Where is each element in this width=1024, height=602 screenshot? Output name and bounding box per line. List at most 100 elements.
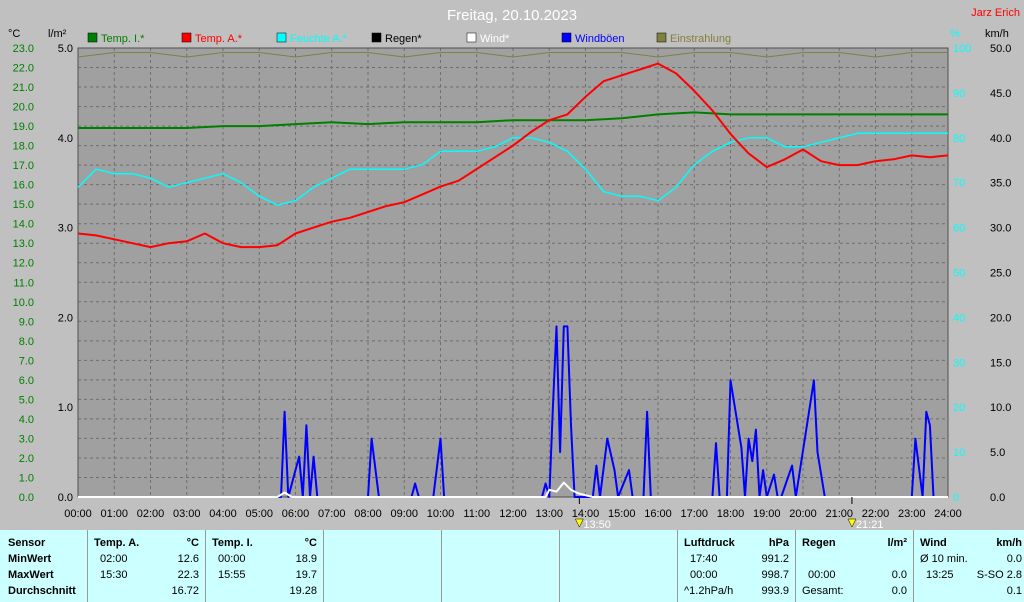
wind-axis-tick: 0.0 bbox=[990, 492, 1005, 504]
temp-i-header: Temp. I. bbox=[212, 537, 253, 549]
legend-label: Temp. I.* bbox=[101, 33, 145, 45]
temp-axis-tick: 10.0 bbox=[13, 297, 34, 309]
legend-swatch bbox=[371, 32, 382, 43]
temp-axis-tick: 9.0 bbox=[19, 316, 34, 328]
unit-rain-label: l/m² bbox=[48, 28, 67, 40]
temp-axis-tick: 12.0 bbox=[13, 258, 34, 270]
x-tick-label: 01:00 bbox=[100, 508, 128, 520]
wind-header: Wind bbox=[920, 537, 947, 549]
temp-a-unit: °C bbox=[186, 537, 199, 549]
stats-empty-2 bbox=[442, 530, 560, 602]
x-tick-label: 24:00 bbox=[934, 508, 962, 520]
x-tick-label: 20:00 bbox=[789, 508, 817, 520]
humidity-axis-tick: 80 bbox=[953, 133, 965, 145]
x-tick-label: 09:00 bbox=[390, 508, 418, 520]
rain-axis-tick: 4.0 bbox=[58, 133, 73, 145]
x-tick-label: 07:00 bbox=[318, 508, 346, 520]
x-tick-label: 00:00 bbox=[64, 508, 92, 520]
x-tick-label: 19:00 bbox=[753, 508, 781, 520]
humidity-axis-tick: 10 bbox=[953, 447, 965, 459]
rain-axis-tick: 5.0 bbox=[58, 43, 73, 55]
wind-axis-tick: 25.0 bbox=[990, 268, 1011, 280]
temp-i-avg-value: 19.28 bbox=[289, 585, 317, 597]
x-tick-label: 21:00 bbox=[825, 508, 853, 520]
legend-label: Einstrahlung bbox=[670, 33, 731, 45]
event-marker-label: 21:21 bbox=[856, 519, 884, 530]
x-tick-label: 05:00 bbox=[245, 508, 273, 520]
wind-avg-value: 0.0 bbox=[1006, 553, 1022, 565]
rain-total-label: Gesamt: bbox=[802, 585, 844, 597]
stats-temp-i-panel: Temp. I. °C 00:00 18.9 15:55 19.7 19.28 bbox=[206, 530, 324, 602]
temp-a-min-value: 12.6 bbox=[177, 553, 199, 565]
humidity-axis-tick: 30 bbox=[953, 357, 965, 369]
wind-axis-tick: 35.0 bbox=[990, 178, 1011, 190]
pressure-min-value: 991.2 bbox=[761, 553, 789, 565]
pressure-current-value: 993.9 bbox=[761, 585, 789, 597]
wind-axis-tick: 15.0 bbox=[990, 357, 1011, 369]
row-label-max: MaxWert bbox=[8, 569, 54, 581]
x-tick-label: 11:00 bbox=[463, 508, 490, 520]
unit-pct-label: % bbox=[950, 28, 960, 40]
chart-title: Freitag, 20.10.2023 bbox=[447, 7, 577, 24]
x-tick-label: 13:00 bbox=[535, 508, 563, 520]
temp-axis-tick: 21.0 bbox=[13, 82, 34, 94]
x-tick-label: 06:00 bbox=[282, 508, 310, 520]
temp-axis-tick: 8.0 bbox=[19, 336, 34, 348]
temp-axis-tick: 18.0 bbox=[13, 141, 34, 153]
unit-temp-label: °C bbox=[8, 28, 20, 40]
legend-swatch bbox=[87, 32, 98, 43]
temp-a-max-time: 15:30 bbox=[100, 569, 128, 581]
wind-unit: km/h bbox=[996, 537, 1022, 549]
row-label-avg: Durchschnitt bbox=[8, 585, 76, 597]
humidity-axis-tick: 70 bbox=[953, 178, 965, 190]
legend-swatch bbox=[181, 32, 192, 43]
temp-i-unit: °C bbox=[304, 537, 317, 549]
temp-axis-tick: 0.0 bbox=[19, 492, 34, 504]
wind-last-value: 0.1 bbox=[1006, 585, 1022, 597]
temp-axis-tick: 3.0 bbox=[19, 433, 34, 445]
rain-total-value: 0.0 bbox=[891, 585, 907, 597]
legend-label: Feuchte A.* bbox=[290, 33, 348, 45]
rain-axis-tick: 3.0 bbox=[58, 223, 73, 235]
humidity-axis-tick: 20 bbox=[953, 402, 965, 414]
legend-label: Regen* bbox=[385, 33, 422, 45]
x-tick-label: 23:00 bbox=[898, 508, 926, 520]
pressure-trend: ^1.2hPa/h bbox=[684, 585, 734, 597]
stats-temp-a-panel: Temp. A. °C 02:00 12.6 15:30 22.3 16.72 bbox=[88, 530, 206, 602]
humidity-axis-tick: 0 bbox=[953, 492, 959, 504]
legend-swatch bbox=[561, 32, 572, 43]
x-tick-label: 10:00 bbox=[427, 508, 455, 520]
temp-axis-tick: 6.0 bbox=[19, 375, 34, 387]
wind-axis-tick: 5.0 bbox=[990, 447, 1005, 459]
humidity-axis-tick: 40 bbox=[953, 312, 965, 324]
temp-axis-tick: 5.0 bbox=[19, 394, 34, 406]
legend-swatch bbox=[466, 32, 477, 43]
temp-axis-tick: 22.0 bbox=[13, 63, 34, 75]
legend-label: Wind* bbox=[480, 33, 510, 45]
x-tick-label: 03:00 bbox=[173, 508, 201, 520]
rain-max-value: 0.0 bbox=[891, 569, 907, 581]
temp-a-min-time: 02:00 bbox=[100, 553, 128, 565]
wind-axis-tick: 30.0 bbox=[990, 223, 1011, 235]
row-label-min: MinWert bbox=[8, 553, 52, 565]
temp-axis-tick: 7.0 bbox=[19, 355, 34, 367]
temp-axis-tick: 20.0 bbox=[13, 102, 34, 114]
x-tick-label: 04:00 bbox=[209, 508, 237, 520]
x-tick-label: 16:00 bbox=[644, 508, 672, 520]
humidity-axis-tick: 90 bbox=[953, 88, 965, 100]
temp-i-max-value: 19.7 bbox=[295, 569, 317, 581]
stats-rain-panel: Regen l/m² 00:00 0.0 Gesamt: 0.0 bbox=[796, 530, 914, 602]
stats-table: Sensor MinWert MaxWert Durchschnitt Temp… bbox=[0, 530, 1024, 602]
wind-max-time: 13:25 bbox=[926, 569, 954, 581]
x-tick-label: 18:00 bbox=[717, 508, 745, 520]
wind-axis-tick: 10.0 bbox=[990, 402, 1011, 414]
humidity-axis-tick: 100 bbox=[953, 43, 971, 55]
temp-a-avg-value: 16.72 bbox=[171, 585, 199, 597]
stats-wind-panel: Wind km/h Ø 10 min. 0.0 13:25 S-SO 2.8 0… bbox=[914, 530, 1024, 602]
rain-unit: l/m² bbox=[887, 537, 907, 549]
temp-axis-tick: 13.0 bbox=[13, 238, 34, 250]
x-tick-label: 12:00 bbox=[499, 508, 527, 520]
rain-axis-tick: 1.0 bbox=[58, 402, 73, 414]
event-marker-label: 13:50 bbox=[583, 519, 611, 530]
wind-axis-tick: 45.0 bbox=[990, 88, 1011, 100]
